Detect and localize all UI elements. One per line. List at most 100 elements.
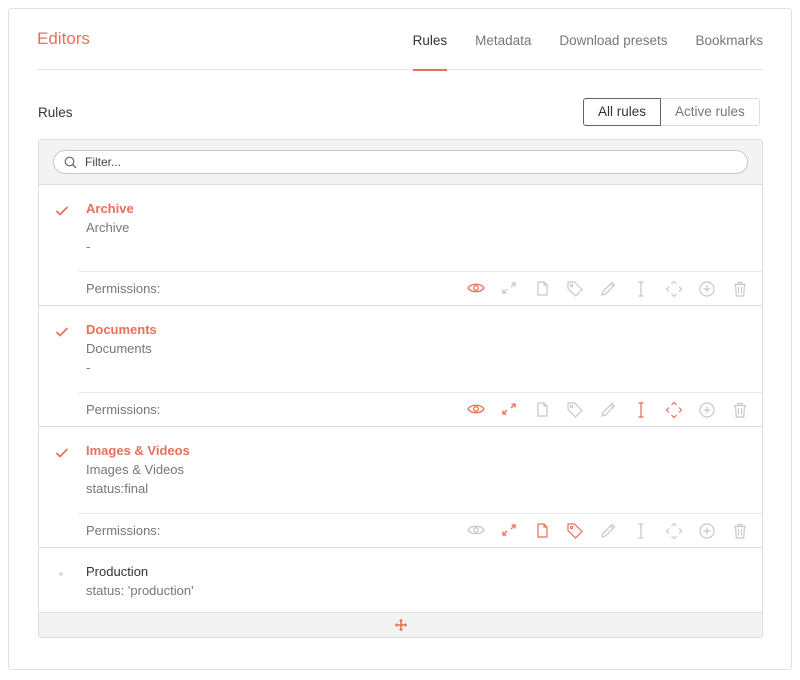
tab-rules[interactable]: Rules bbox=[412, 33, 447, 71]
rule-query: status:final bbox=[86, 481, 149, 496]
tag-icon bbox=[566, 281, 583, 297]
tab-bar: Rules Metadata Download presets Bookmark… bbox=[385, 33, 763, 71]
trash-icon bbox=[733, 402, 746, 418]
inactive-dot[interactable] bbox=[59, 572, 63, 576]
rule-query: - bbox=[86, 360, 91, 375]
plus-circle-icon bbox=[698, 281, 715, 297]
permission-trash-icon[interactable] bbox=[723, 400, 756, 420]
file-icon bbox=[536, 523, 548, 538]
trash-icon bbox=[733, 523, 746, 539]
permission-eye-icon[interactable] bbox=[459, 400, 492, 420]
check-icon[interactable] bbox=[55, 447, 69, 459]
text-cursor-icon bbox=[638, 402, 643, 418]
permission-eye-icon[interactable] bbox=[459, 521, 492, 541]
permission-icons bbox=[459, 400, 756, 420]
permission-move-icon[interactable] bbox=[657, 521, 690, 541]
expand-icon bbox=[501, 524, 516, 536]
rule-row[interactable]: Images & Videos Images & Videos status:f… bbox=[39, 427, 762, 548]
permission-eye-icon[interactable] bbox=[459, 279, 492, 299]
file-icon bbox=[536, 281, 548, 296]
pencil-icon bbox=[600, 523, 615, 538]
eye-icon bbox=[466, 283, 485, 293]
permission-trash-icon[interactable] bbox=[723, 521, 756, 541]
check-icon[interactable] bbox=[55, 326, 69, 338]
filter-bar bbox=[39, 140, 762, 185]
permission-pencil-icon[interactable] bbox=[591, 521, 624, 541]
rules-panel: Archive Archive - Permissions: Documents… bbox=[38, 139, 763, 638]
permission-move-icon[interactable] bbox=[657, 279, 690, 299]
rule-query: - bbox=[86, 239, 91, 254]
rules-section-title: Rules bbox=[38, 105, 73, 120]
eye-icon bbox=[466, 404, 485, 414]
rule-description: status: 'production' bbox=[86, 583, 194, 598]
eye-icon bbox=[466, 525, 485, 535]
permissions-row: Permissions: bbox=[79, 513, 762, 547]
add-move-icon bbox=[394, 619, 407, 631]
filter-input[interactable] bbox=[85, 155, 725, 169]
permissions-label: Permissions: bbox=[86, 523, 161, 538]
permission-file-icon[interactable] bbox=[525, 521, 558, 541]
permissions-label: Permissions: bbox=[86, 402, 161, 417]
pencil-icon bbox=[600, 281, 615, 296]
move-icon bbox=[665, 401, 682, 419]
permission-file-icon[interactable] bbox=[525, 279, 558, 299]
rule-description: Documents bbox=[86, 341, 152, 356]
permission-expand-icon[interactable] bbox=[492, 521, 525, 541]
permission-tag-icon[interactable] bbox=[558, 521, 591, 541]
file-icon bbox=[536, 402, 548, 417]
expand-icon bbox=[501, 282, 516, 294]
permission-plus-circle-icon[interactable] bbox=[690, 400, 723, 420]
expand-icon bbox=[501, 403, 516, 415]
permission-trash-icon[interactable] bbox=[723, 279, 756, 299]
permission-expand-icon[interactable] bbox=[492, 279, 525, 299]
permission-tag-icon[interactable] bbox=[558, 279, 591, 299]
permissions-row: Permissions: bbox=[79, 392, 762, 426]
rule-description: Archive bbox=[86, 220, 130, 235]
move-icon bbox=[665, 522, 682, 540]
permission-expand-icon[interactable] bbox=[492, 400, 525, 420]
filter-field bbox=[53, 150, 748, 174]
move-icon bbox=[665, 280, 682, 298]
plus-circle-icon bbox=[698, 402, 715, 418]
active-rules-button[interactable]: Active rules bbox=[661, 98, 760, 126]
permissions-label: Permissions: bbox=[86, 281, 161, 296]
plus-circle-icon bbox=[698, 523, 715, 539]
rule-name[interactable]: Archive bbox=[86, 201, 134, 216]
rule-name[interactable]: Production bbox=[86, 564, 148, 579]
permission-icons bbox=[459, 521, 756, 541]
permission-plus-circle-icon[interactable] bbox=[690, 521, 723, 541]
rule-name[interactable]: Images & Videos bbox=[86, 443, 190, 458]
rule-row[interactable]: Documents Documents - Permissions: bbox=[39, 306, 762, 427]
check-icon[interactable] bbox=[55, 205, 69, 217]
search-icon bbox=[64, 156, 77, 168]
tab-download-presets[interactable]: Download presets bbox=[559, 33, 667, 70]
permissions-row: Permissions: bbox=[79, 271, 762, 305]
header: Editors Rules Metadata Download presets … bbox=[37, 9, 763, 71]
add-rule-button[interactable] bbox=[39, 612, 762, 637]
page-title: Editors bbox=[37, 29, 90, 48]
text-cursor-icon bbox=[638, 281, 643, 297]
permission-icons bbox=[459, 279, 756, 299]
permission-pencil-icon[interactable] bbox=[591, 400, 624, 420]
editors-card: Editors Rules Metadata Download presets … bbox=[8, 8, 792, 670]
permission-text-cursor-icon[interactable] bbox=[624, 279, 657, 299]
rule-description: Images & Videos bbox=[86, 462, 185, 477]
permission-file-icon[interactable] bbox=[525, 400, 558, 420]
permission-tag-icon[interactable] bbox=[558, 400, 591, 420]
permission-move-icon[interactable] bbox=[657, 400, 690, 420]
tag-icon bbox=[566, 402, 583, 418]
pencil-icon bbox=[600, 402, 615, 417]
tab-bookmarks[interactable]: Bookmarks bbox=[695, 33, 763, 70]
trash-icon bbox=[733, 281, 746, 297]
all-rules-button[interactable]: All rules bbox=[583, 98, 662, 126]
permission-text-cursor-icon[interactable] bbox=[624, 400, 657, 420]
rule-row[interactable]: Production status: 'production' bbox=[39, 548, 762, 615]
text-cursor-icon bbox=[638, 523, 643, 539]
permission-pencil-icon[interactable] bbox=[591, 279, 624, 299]
rule-row[interactable]: Archive Archive - Permissions: bbox=[39, 185, 762, 306]
tab-metadata[interactable]: Metadata bbox=[475, 33, 531, 70]
permission-plus-circle-icon[interactable] bbox=[690, 279, 723, 299]
permission-text-cursor-icon[interactable] bbox=[624, 521, 657, 541]
rule-name[interactable]: Documents bbox=[86, 322, 157, 337]
rules-filter-toggle: All rules Active rules bbox=[583, 98, 760, 126]
